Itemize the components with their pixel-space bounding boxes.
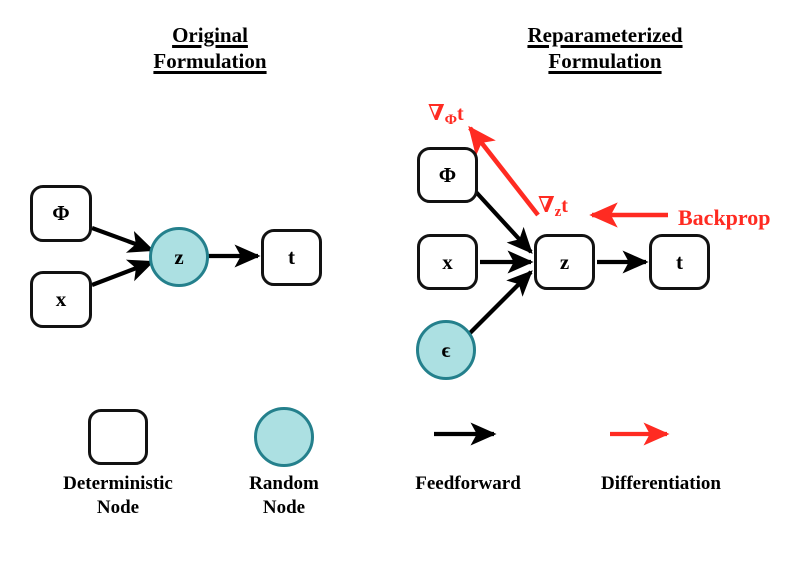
right-panel-title: Reparameterized Formulation [455,22,755,74]
right-node-z[interactable]: z [534,234,595,290]
right-node-phi[interactable]: Φ [417,147,478,203]
legend-caption-random-node: Random Node [214,472,354,520]
right-node-x[interactable]: x [417,234,478,290]
left-node-z[interactable]: z [149,227,209,287]
legend-caption-differentiation-line-1: Differentiation [601,473,721,494]
grad-phi-subscript: Φ [444,111,458,128]
legend-caption-feedforward-line-1: Feedforward [415,473,521,494]
grad-phi-target: t [457,103,464,125]
legend-deterministic-node-glyph [88,409,148,465]
grad-phi-arrow [468,125,540,217]
grad-phi-label: ∇Φt [428,100,464,129]
left-node-z-label: z [174,244,184,269]
right-edge-phi-to-z [474,190,533,254]
legend-caption-random-line-2: Node [262,497,306,518]
left-node-t[interactable]: t [261,229,322,286]
right-node-t-label: t [676,249,683,274]
legend-caption-deterministic-node: Deterministic Node [18,472,218,520]
right-panel-title-line-2: Formulation [548,49,662,73]
right-panel-title-line-1: Reparameterized [527,23,683,47]
left-node-phi[interactable]: Φ [30,185,92,242]
legend-caption-deterministic-line-1: Deterministic [63,473,173,494]
left-node-phi-label: Φ [52,201,70,225]
left-edge-phi-to-z [91,226,155,253]
right-node-epsilon-label: ϵ [441,337,451,362]
backprop-label: Backprop [678,205,771,230]
legend-caption-feedforward: Feedforward [388,472,548,496]
nabla-icon: ∇ [428,100,445,125]
right-node-phi-label: Φ [438,162,457,187]
right-edge-epsilon-to-z [467,270,533,336]
legend-caption-differentiation: Differentiation [566,472,756,496]
right-node-epsilon[interactable]: ϵ [416,320,476,380]
nabla-icon: ∇ [538,192,555,217]
left-panel-title: Original Formulation [60,22,360,74]
right-node-z-label: z [559,249,570,274]
grad-z-label: ∇zt [538,192,568,221]
legend-caption-random-line-1: Random [249,473,319,494]
legend-random-node-glyph [254,407,314,467]
left-node-x-label: x [55,287,67,311]
left-node-t-label: t [288,245,295,269]
left-panel-title-line-2: Formulation [153,49,267,73]
right-node-x-label: x [442,249,453,274]
grad-z-target: t [561,195,568,217]
left-panel-title-line-1: Original [172,23,248,47]
right-node-t[interactable]: t [649,234,710,290]
left-node-x[interactable]: x [30,271,92,328]
legend-caption-deterministic-line-2: Node [96,497,140,518]
left-edge-x-to-z [91,259,155,287]
